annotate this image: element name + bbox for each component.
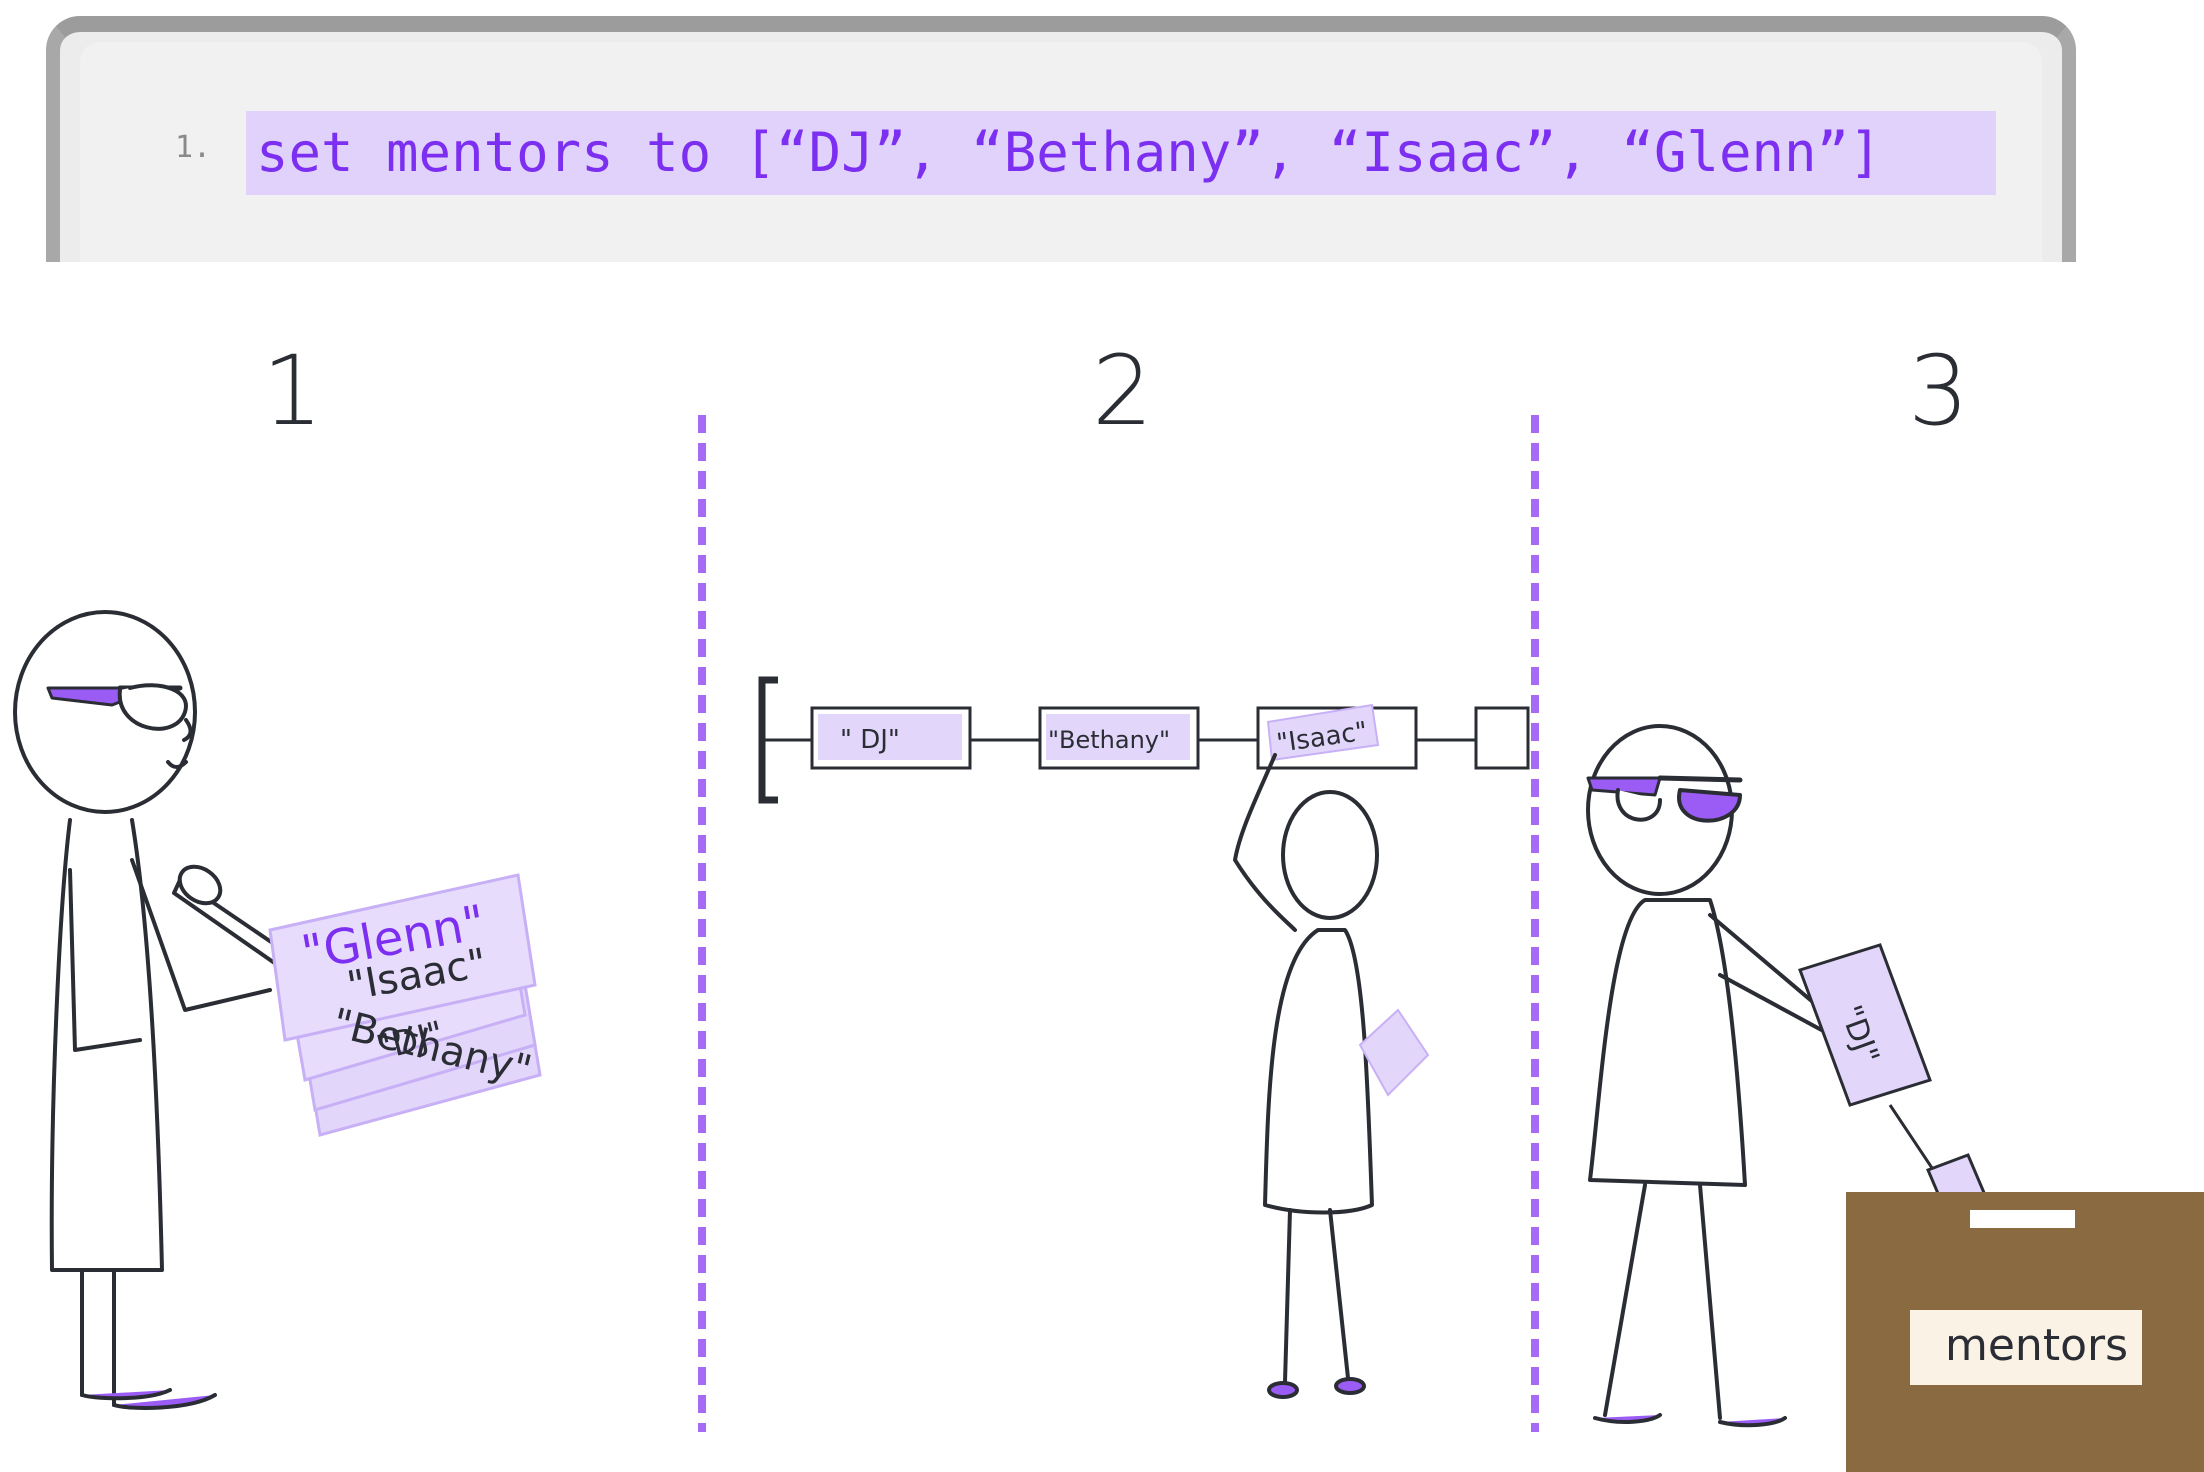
scene-1-card-stack: "DJ" "Bethany" "Isaac" "Glenn"	[268, 873, 542, 1137]
list-item-dj: " DJ"	[840, 725, 900, 755]
scene-2-figure	[1233, 753, 1379, 1399]
mentors-box: mentors	[1846, 1192, 2204, 1472]
scene-3-scientist	[1586, 724, 1842, 1428]
scene-3-card: "DJ"	[1798, 943, 1987, 1212]
list-item-bethany: "Bethany"	[1048, 726, 1170, 754]
illustration: "DJ" "Bethany" "Isaac" "Glenn" " DJ" "Be…	[13, 415, 2204, 1472]
scene-1-scientist	[13, 610, 328, 1410]
diagram: 1. set mentors to [“DJ”, “Bethany”, “Isa…	[0, 0, 2204, 1472]
list-slot-empty	[1474, 706, 1530, 770]
box-label: mentors	[1945, 1320, 2128, 1371]
